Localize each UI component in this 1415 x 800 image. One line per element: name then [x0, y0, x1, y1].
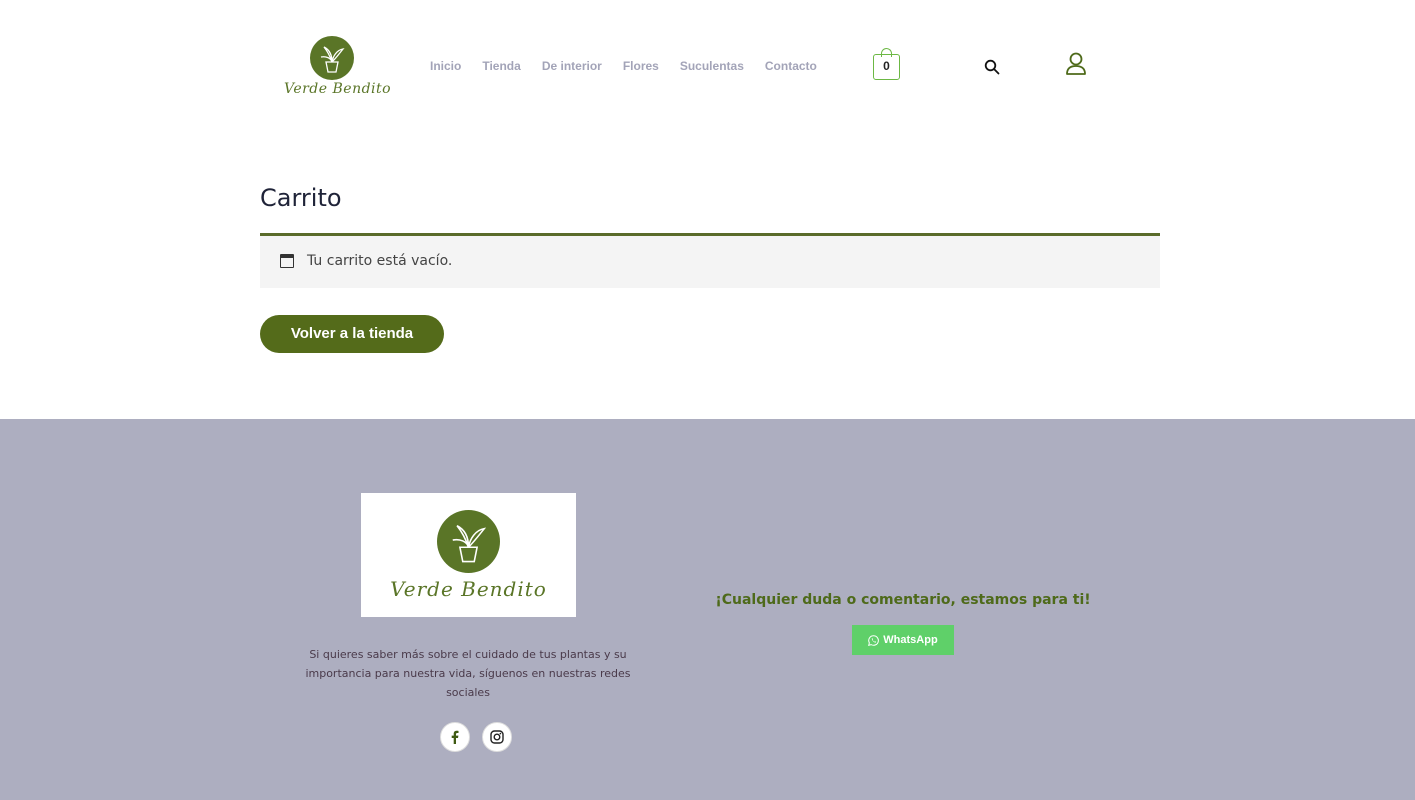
main-navigation: Inicio Tienda De interior Flores Suculen… — [430, 59, 838, 73]
whatsapp-button[interactable]: WhatsApp — [852, 625, 954, 655]
user-icon[interactable] — [1065, 52, 1087, 76]
plant-pot-icon — [310, 36, 354, 80]
footer-logo: Verde Bendito — [361, 493, 576, 617]
whatsapp-label: WhatsApp — [883, 634, 938, 646]
footer-logo-wordmark: Verde Bendito — [390, 577, 547, 601]
whatsapp-icon — [868, 634, 880, 646]
nav-item-flores[interactable]: Flores — [623, 59, 659, 73]
empty-cart-message: Tu carrito está vacío. — [307, 253, 453, 269]
site-footer: Verde Bendito Si quieres saber más sobre… — [0, 419, 1415, 800]
facebook-icon[interactable] — [440, 722, 470, 752]
nav-item-tienda[interactable]: Tienda — [482, 59, 520, 73]
return-to-shop-button[interactable]: Volver a la tienda — [260, 315, 444, 353]
nav-item-contacto[interactable]: Contacto — [765, 59, 817, 73]
empty-cart-notice: Tu carrito está vacío. — [260, 233, 1160, 288]
site-header: Verde Bendito Inicio Tienda De interior … — [0, 0, 1415, 135]
nav-item-inicio[interactable]: Inicio — [430, 59, 461, 73]
page-title: Carrito — [260, 184, 342, 212]
nav-item-suculentas[interactable]: Suculentas — [680, 59, 744, 73]
footer-cta-heading: ¡Cualquier duda o comentario, estamos pa… — [715, 592, 1091, 608]
plant-pot-icon — [437, 510, 500, 573]
instagram-icon[interactable] — [482, 722, 512, 752]
cart-count: 0 — [883, 59, 890, 73]
nav-item-de-interior[interactable]: De interior — [542, 59, 602, 73]
calendar-icon — [280, 254, 294, 268]
footer-description: Si quieres saber más sobre el cuidado de… — [305, 648, 631, 699]
site-logo[interactable]: Verde Bendito — [284, 36, 392, 102]
shopping-bag-icon[interactable]: 0 — [873, 48, 900, 80]
logo-wordmark: Verde Bendito — [284, 81, 392, 97]
search-icon[interactable] — [984, 59, 1000, 75]
